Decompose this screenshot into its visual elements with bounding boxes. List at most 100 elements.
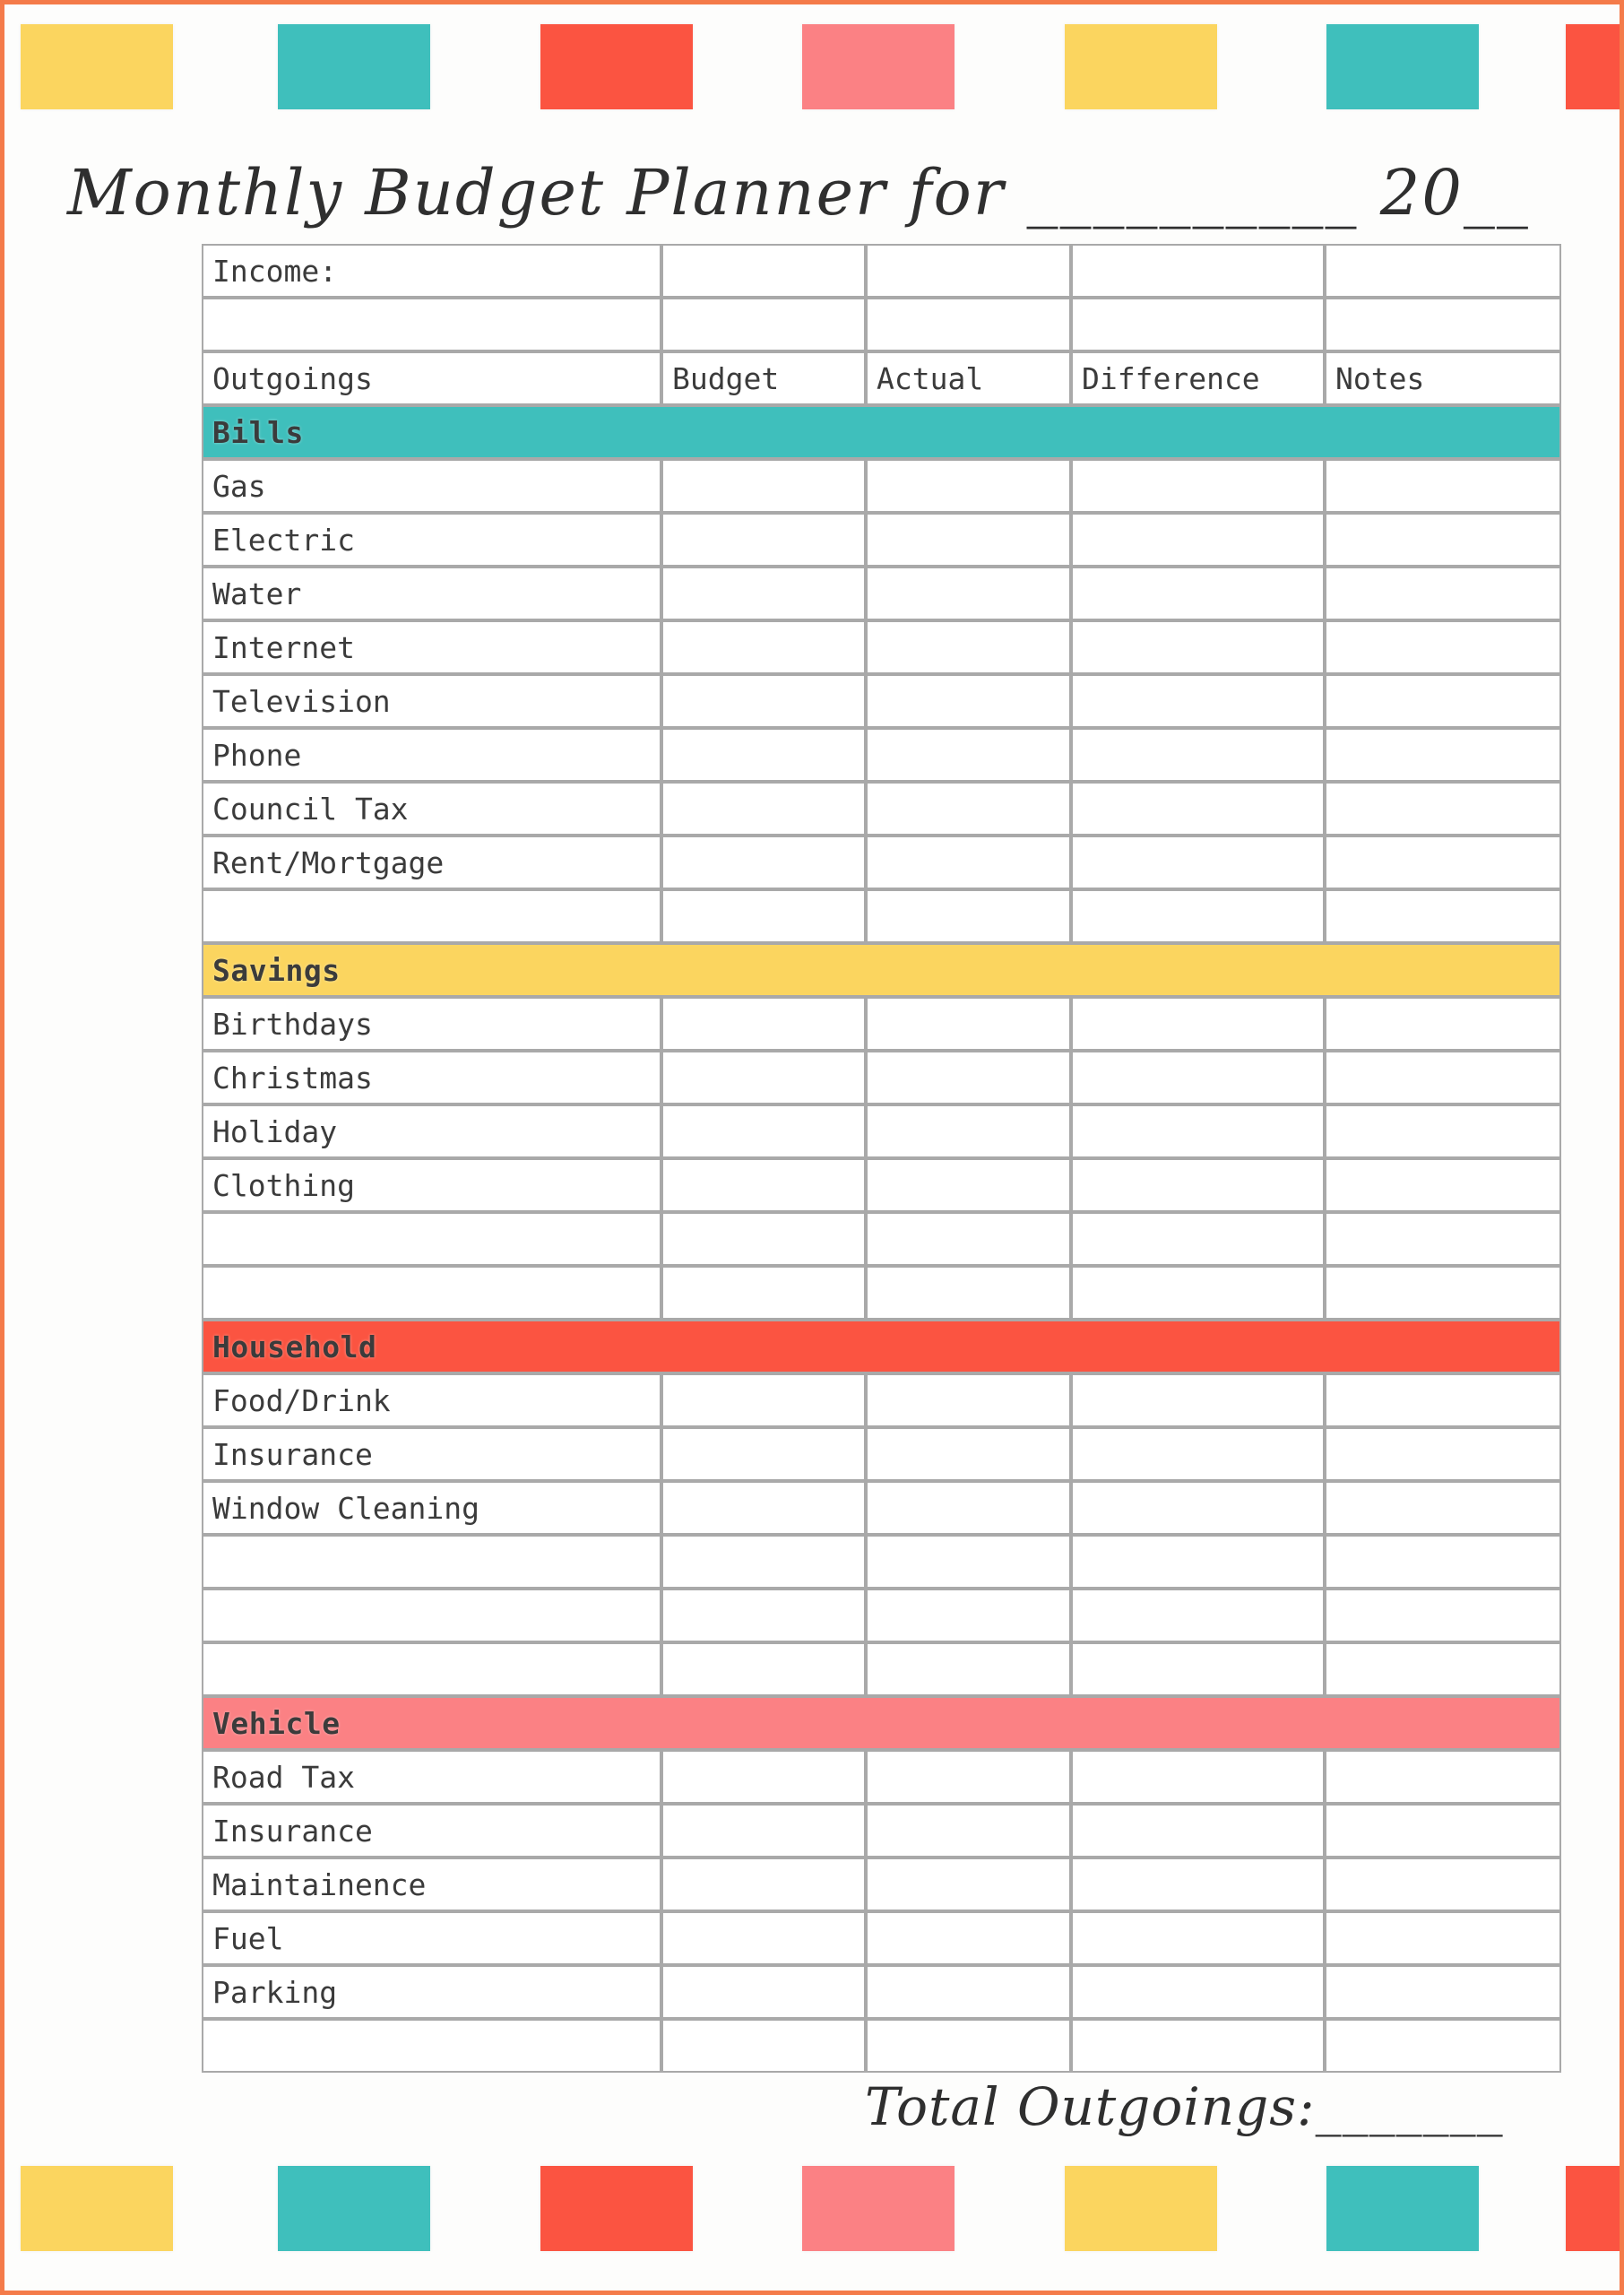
cell-actual-empty[interactable] [866, 1212, 1071, 1266]
cell-diff-empty[interactable] [1071, 1750, 1325, 1804]
cell-notes-empty[interactable] [1325, 1104, 1561, 1158]
cell-budget-empty[interactable] [661, 1051, 866, 1104]
cell-budget-empty[interactable] [661, 1212, 866, 1266]
cell-diff-empty[interactable] [1071, 997, 1325, 1051]
cell-notes-empty[interactable] [1325, 620, 1561, 674]
cell-diff-empty[interactable] [1071, 513, 1325, 567]
cell-actual-empty[interactable] [866, 728, 1071, 782]
cell-actual-empty[interactable] [866, 836, 1071, 889]
cell-budget-empty[interactable] [661, 782, 866, 836]
cell-notes-empty[interactable] [1325, 1051, 1561, 1104]
cell-diff-empty[interactable] [1071, 1427, 1325, 1481]
cell-actual-empty[interactable] [866, 674, 1071, 728]
cell-notes-empty[interactable] [1325, 1804, 1561, 1858]
cell-budget-empty[interactable] [661, 1373, 866, 1427]
cell-diff-empty[interactable] [1071, 459, 1325, 513]
cell-notes-empty[interactable] [1325, 513, 1561, 567]
cell-actual-empty[interactable] [866, 1965, 1071, 2019]
cell-notes-empty[interactable] [1325, 889, 1561, 943]
cell-diff-empty[interactable] [1071, 1911, 1325, 1965]
cell-budget-empty[interactable] [661, 1266, 866, 1320]
cell-budget-empty[interactable] [661, 2019, 866, 2073]
cell-notes-empty[interactable] [1325, 1965, 1561, 2019]
cell-diff-empty[interactable] [1071, 1373, 1325, 1427]
cell-diff-empty[interactable] [1071, 728, 1325, 782]
cell-budget-empty[interactable] [661, 889, 866, 943]
cell-actual-empty[interactable] [866, 997, 1071, 1051]
cell-actual-empty[interactable] [866, 1535, 1071, 1589]
cell-actual-empty[interactable] [866, 1804, 1071, 1858]
cell-actual-empty[interactable] [866, 1750, 1071, 1804]
cell-actual-empty[interactable] [866, 1266, 1071, 1320]
cell-actual-empty[interactable] [866, 459, 1071, 513]
cell-diff-empty[interactable] [1071, 1266, 1325, 1320]
cell-diff-empty[interactable] [1071, 1804, 1325, 1858]
cell-diff-empty[interactable] [1071, 1212, 1325, 1266]
cell-label-empty[interactable] [202, 1589, 661, 1642]
cell-notes-empty[interactable] [1325, 1589, 1561, 1642]
cell-budget-empty[interactable] [661, 1965, 866, 2019]
cell-budget-empty[interactable] [661, 1911, 866, 1965]
cell-budget-empty[interactable] [661, 459, 866, 513]
cell-notes-empty[interactable] [1325, 836, 1561, 889]
cell-budget-empty[interactable] [661, 1104, 866, 1158]
cell-actual-empty[interactable] [866, 1427, 1071, 1481]
cell-notes-empty[interactable] [1325, 728, 1561, 782]
cell-notes-empty[interactable] [1325, 1373, 1561, 1427]
cell-actual-empty[interactable] [866, 782, 1071, 836]
cell-diff-empty[interactable] [1071, 244, 1325, 298]
cell-actual-empty[interactable] [866, 244, 1071, 298]
cell-budget-empty[interactable] [661, 513, 866, 567]
cell-label-empty[interactable] [202, 298, 661, 351]
cell-diff-empty[interactable] [1071, 889, 1325, 943]
cell-actual-empty[interactable] [866, 1589, 1071, 1642]
cell-budget-empty[interactable] [661, 1481, 866, 1535]
cell-actual-empty[interactable] [866, 298, 1071, 351]
cell-budget-empty[interactable] [661, 1158, 866, 1212]
cell-budget-empty[interactable] [661, 1804, 866, 1858]
cell-budget-empty[interactable] [661, 620, 866, 674]
cell-label-empty[interactable] [202, 2019, 661, 2073]
cell-budget-empty[interactable] [661, 1858, 866, 1911]
cell-actual-empty[interactable] [866, 1051, 1071, 1104]
cell-actual-empty[interactable] [866, 620, 1071, 674]
cell-actual-empty[interactable] [866, 1858, 1071, 1911]
cell-actual-empty[interactable] [866, 1158, 1071, 1212]
cell-notes-empty[interactable] [1325, 1212, 1561, 1266]
cell-notes-empty[interactable] [1325, 1481, 1561, 1535]
cell-diff-empty[interactable] [1071, 1858, 1325, 1911]
cell-diff-empty[interactable] [1071, 1104, 1325, 1158]
cell-label-empty[interactable] [202, 1642, 661, 1696]
cell-actual-empty[interactable] [866, 1373, 1071, 1427]
cell-notes-empty[interactable] [1325, 1427, 1561, 1481]
cell-notes-empty[interactable] [1325, 1858, 1561, 1911]
cell-budget-empty[interactable] [661, 836, 866, 889]
cell-notes-empty[interactable] [1325, 567, 1561, 620]
cell-actual-empty[interactable] [866, 1104, 1071, 1158]
cell-notes-empty[interactable] [1325, 1158, 1561, 1212]
cell-diff-empty[interactable] [1071, 836, 1325, 889]
cell-notes-empty[interactable] [1325, 782, 1561, 836]
cell-budget-empty[interactable] [661, 1750, 866, 1804]
cell-notes-empty[interactable] [1325, 1750, 1561, 1804]
cell-label-empty[interactable] [202, 1212, 661, 1266]
cell-actual-empty[interactable] [866, 1642, 1071, 1696]
cell-notes-empty[interactable] [1325, 459, 1561, 513]
cell-diff-empty[interactable] [1071, 1158, 1325, 1212]
cell-budget-empty[interactable] [661, 674, 866, 728]
cell-actual-empty[interactable] [866, 1911, 1071, 1965]
cell-actual-empty[interactable] [866, 567, 1071, 620]
cell-budget-empty[interactable] [661, 298, 866, 351]
cell-budget-empty[interactable] [661, 997, 866, 1051]
cell-actual-empty[interactable] [866, 1481, 1071, 1535]
cell-diff-empty[interactable] [1071, 674, 1325, 728]
cell-notes-empty[interactable] [1325, 997, 1561, 1051]
cell-diff-empty[interactable] [1071, 1481, 1325, 1535]
cell-notes-empty[interactable] [1325, 244, 1561, 298]
cell-budget-empty[interactable] [661, 244, 866, 298]
cell-budget-empty[interactable] [661, 728, 866, 782]
cell-diff-empty[interactable] [1071, 298, 1325, 351]
cell-label-empty[interactable] [202, 889, 661, 943]
cell-budget-empty[interactable] [661, 1589, 866, 1642]
cell-diff-empty[interactable] [1071, 1535, 1325, 1589]
